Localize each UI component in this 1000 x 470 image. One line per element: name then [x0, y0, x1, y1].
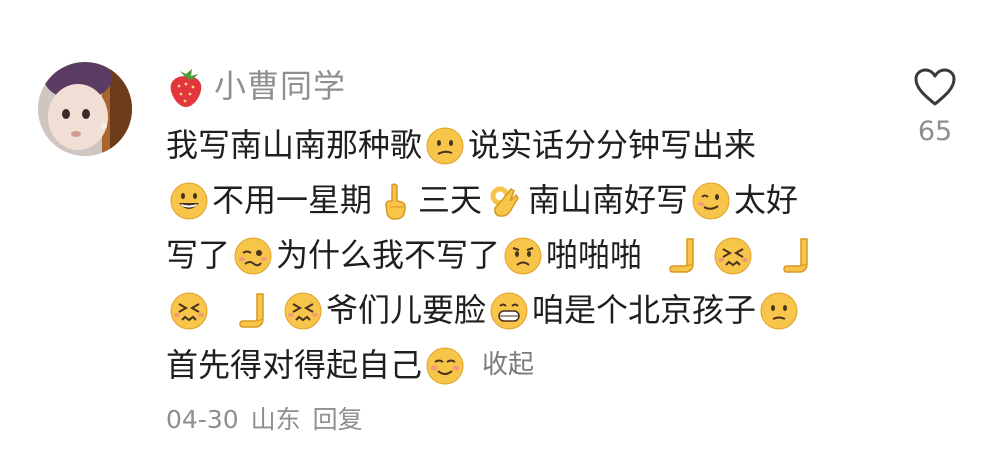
finger-up-emoji-icon — [375, 181, 415, 221]
woozy-emoji-icon — [233, 236, 273, 276]
username[interactable]: 小曹同学 — [214, 70, 346, 102]
comment-line: 写了 为什么我不写了 啪啪啪 — [166, 228, 956, 283]
comment-text-segment: 三天 — [418, 181, 483, 219]
comment-meta: 04-30 山东 回复 — [166, 402, 363, 438]
slight-frown-emoji-icon — [759, 291, 799, 331]
clap-hand-emoji-icon — [667, 236, 707, 276]
clap-hand-emoji-icon — [781, 236, 821, 276]
dizzy-emoji-icon — [283, 291, 323, 331]
grin-emoji-icon — [169, 181, 209, 221]
comment-text-segment: 咱是个北京孩子 — [532, 291, 757, 329]
comment-text-segment: 我写南山南那种歌 — [166, 126, 423, 164]
wink-emoji-icon — [691, 181, 731, 221]
comment-text-segment: 写了 — [166, 236, 231, 274]
comment-text-segment: 首先得对得起自己 — [166, 346, 423, 384]
comment-text: 我写南山南那种歌 说实话分分钟写出来不用一星期 三天 南山南好写 太好写了 为什么我不写了… — [166, 118, 956, 393]
reply-button[interactable]: 回复 — [313, 402, 363, 438]
comment-text-segment: 说实话分分钟写出来 — [468, 126, 757, 164]
comment-line: 不用一星期 三天 南山南好写 太好 — [166, 173, 956, 228]
worried-emoji-icon — [503, 236, 543, 276]
comment-line: 我写南山南那种歌 说实话分分钟写出来 — [166, 118, 956, 173]
ok-hand-emoji-icon — [485, 181, 525, 221]
grimace-emoji-icon — [489, 291, 529, 331]
confused-emoji-icon — [425, 126, 465, 166]
comment-text-segment: 太好 — [734, 181, 799, 219]
comment-text-segment: 不用一星期 — [212, 181, 373, 219]
comment-line: 爷们儿要脸 咱是个北京孩子 — [166, 283, 956, 338]
username-row: 小曹同学 — [166, 58, 346, 114]
dizzy-emoji-icon — [713, 236, 753, 276]
collapse-button[interactable]: 收起 — [482, 338, 534, 393]
comment-date: 04-30 — [166, 405, 239, 434]
comment-text-segment: 啪啪啪 — [546, 236, 643, 274]
comment-line: 首先得对得起自己 收起 — [166, 338, 956, 393]
dizzy-emoji-icon — [169, 291, 209, 331]
comment-text-segment: 为什么我不写了 — [276, 236, 501, 274]
comment-text-segment: 南山南好写 — [528, 181, 689, 219]
strawberry-icon — [166, 64, 206, 108]
comment-text-segment: 爷们儿要脸 — [326, 291, 487, 329]
smile-blush-emoji-icon — [425, 346, 465, 386]
comment-location: 山东 — [250, 405, 301, 434]
heart-outline-icon[interactable] — [912, 66, 958, 108]
avatar[interactable] — [38, 62, 132, 156]
clap-hand-emoji-icon — [237, 291, 277, 331]
